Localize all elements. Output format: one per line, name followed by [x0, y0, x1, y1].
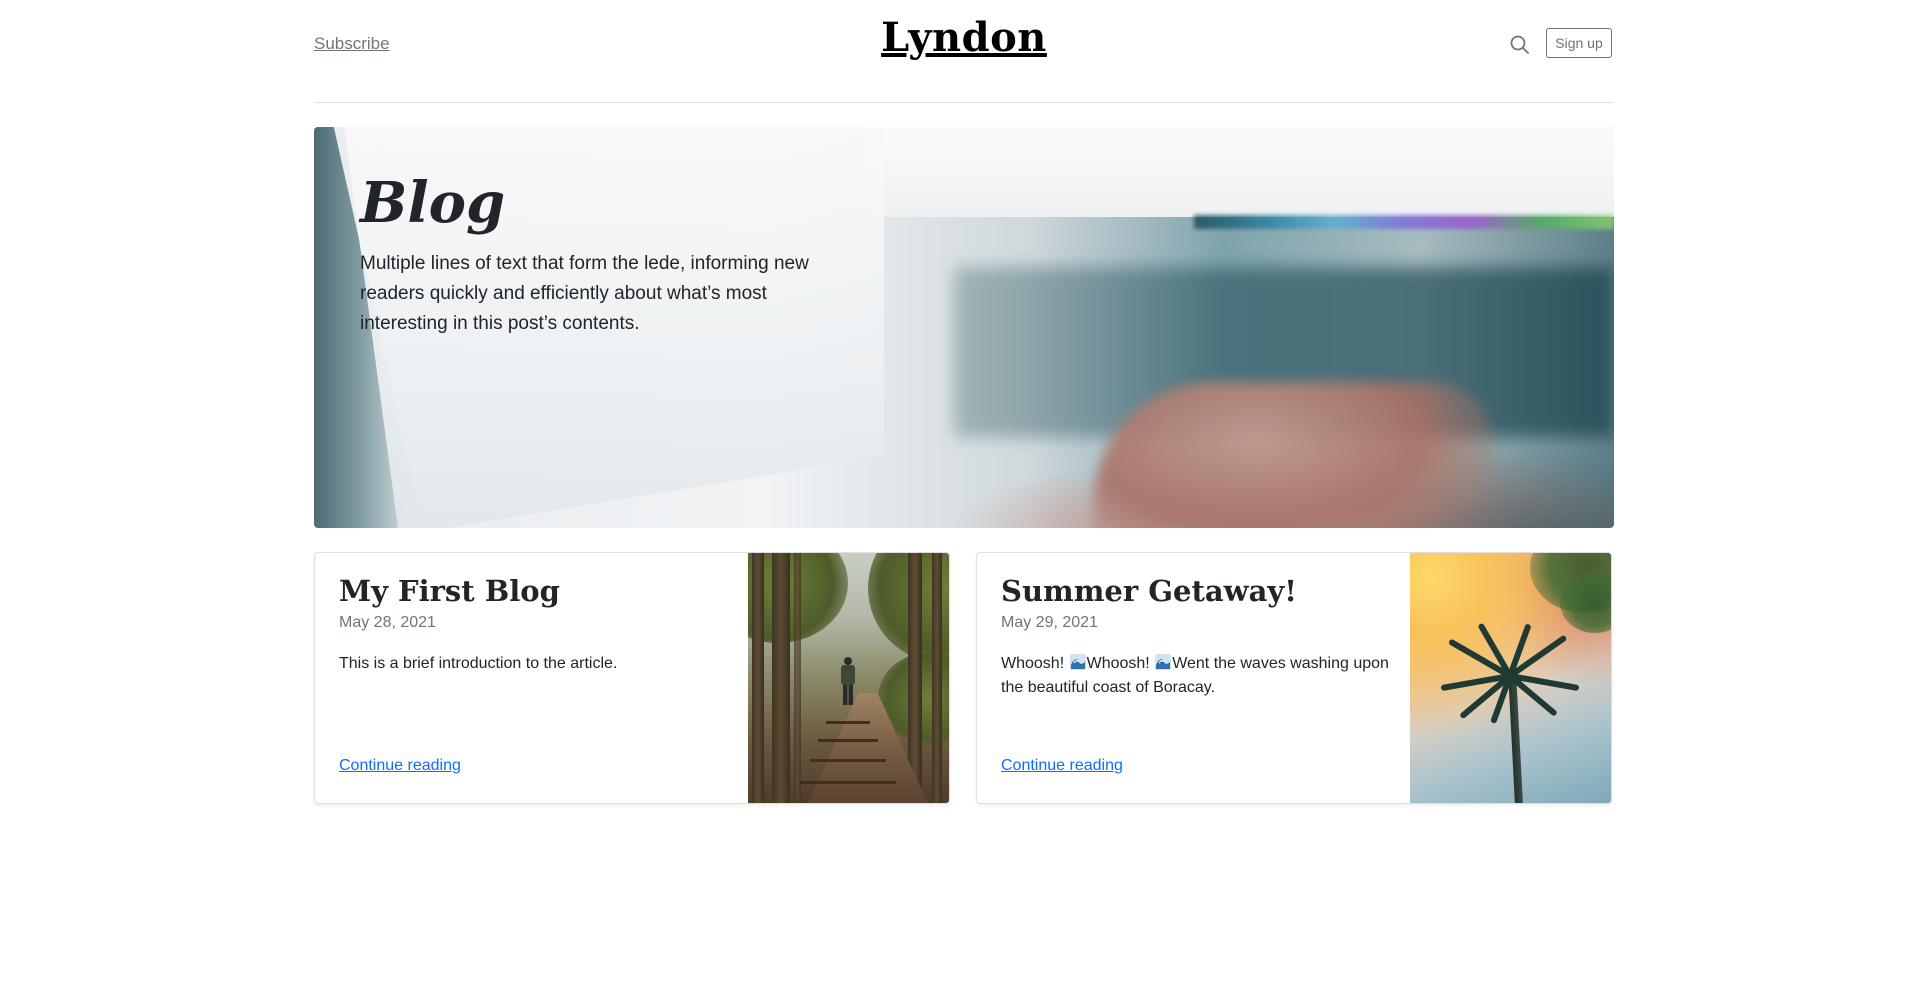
tree-trunk — [932, 553, 942, 803]
boardwalk-plank — [810, 759, 886, 762]
tree-trunk — [772, 553, 790, 803]
post-thumbnail-palm — [1410, 553, 1611, 803]
post-title: My First Blog — [339, 574, 560, 608]
sign-up-button[interactable]: Sign up — [1546, 28, 1612, 58]
post-excerpt: This is a brief introduction to the arti… — [339, 655, 618, 673]
boardwalk-plank — [818, 739, 878, 742]
tree-trunk — [752, 553, 764, 803]
hiker-head — [844, 657, 852, 665]
site-header: Subscribe Lyndon Sign up — [314, 0, 1614, 103]
post-card: Summer Getaway! May 29, 2021 Whoosh! Who… — [976, 552, 1612, 804]
post-title: Summer Getaway! — [1001, 574, 1297, 608]
post-thumbnail-forest — [748, 553, 949, 803]
page-container: Subscribe Lyndon Sign up Blog Multiple l… — [314, 0, 1614, 804]
wave-emoji-icon — [1155, 654, 1172, 671]
palm-trunk — [1508, 670, 1524, 803]
post-card: My First Blog May 28, 2021 This is a bri… — [314, 552, 950, 804]
tree-trunk — [794, 553, 801, 803]
hiker-legs — [843, 685, 853, 705]
search-icon-graphic — [1510, 35, 1529, 54]
hiker-torso — [841, 665, 855, 685]
post-card-body: Summer Getaway! May 29, 2021 Whoosh! Who… — [1001, 574, 1411, 716]
continue-reading-link[interactable]: Continue reading — [1001, 757, 1123, 775]
post-excerpt-part: Whoosh! — [1001, 655, 1069, 673]
hero-background-dock — [1194, 215, 1614, 229]
hero-lede: Multiple lines of text that form the led… — [360, 252, 809, 334]
post-card-body: My First Blog May 28, 2021 This is a bri… — [339, 574, 749, 692]
hiker-figure — [840, 657, 856, 707]
continue-reading-link[interactable]: Continue reading — [339, 757, 461, 775]
post-date: May 29, 2021 — [1001, 614, 1098, 632]
hero-background-hand — [1094, 382, 1494, 528]
site-title-link[interactable]: Lyndon — [314, 14, 1614, 61]
post-excerpt-part: Whoosh! — [1086, 655, 1155, 673]
wave-emoji-icon — [1069, 654, 1086, 671]
hero-background-monitor — [864, 127, 1614, 217]
boardwalk-plank — [826, 721, 870, 724]
hero-banner: Blog Multiple lines of text that form th… — [314, 127, 1614, 528]
post-date: May 28, 2021 — [339, 614, 436, 632]
hero-content: Blog Multiple lines of text that form th… — [360, 170, 830, 339]
post-excerpt: Whoosh! Whoosh! Went the waves washing u… — [1001, 652, 1411, 700]
hero-title: Blog — [360, 170, 506, 236]
search-icon[interactable] — [1509, 34, 1531, 56]
boardwalk-plank — [800, 781, 896, 784]
